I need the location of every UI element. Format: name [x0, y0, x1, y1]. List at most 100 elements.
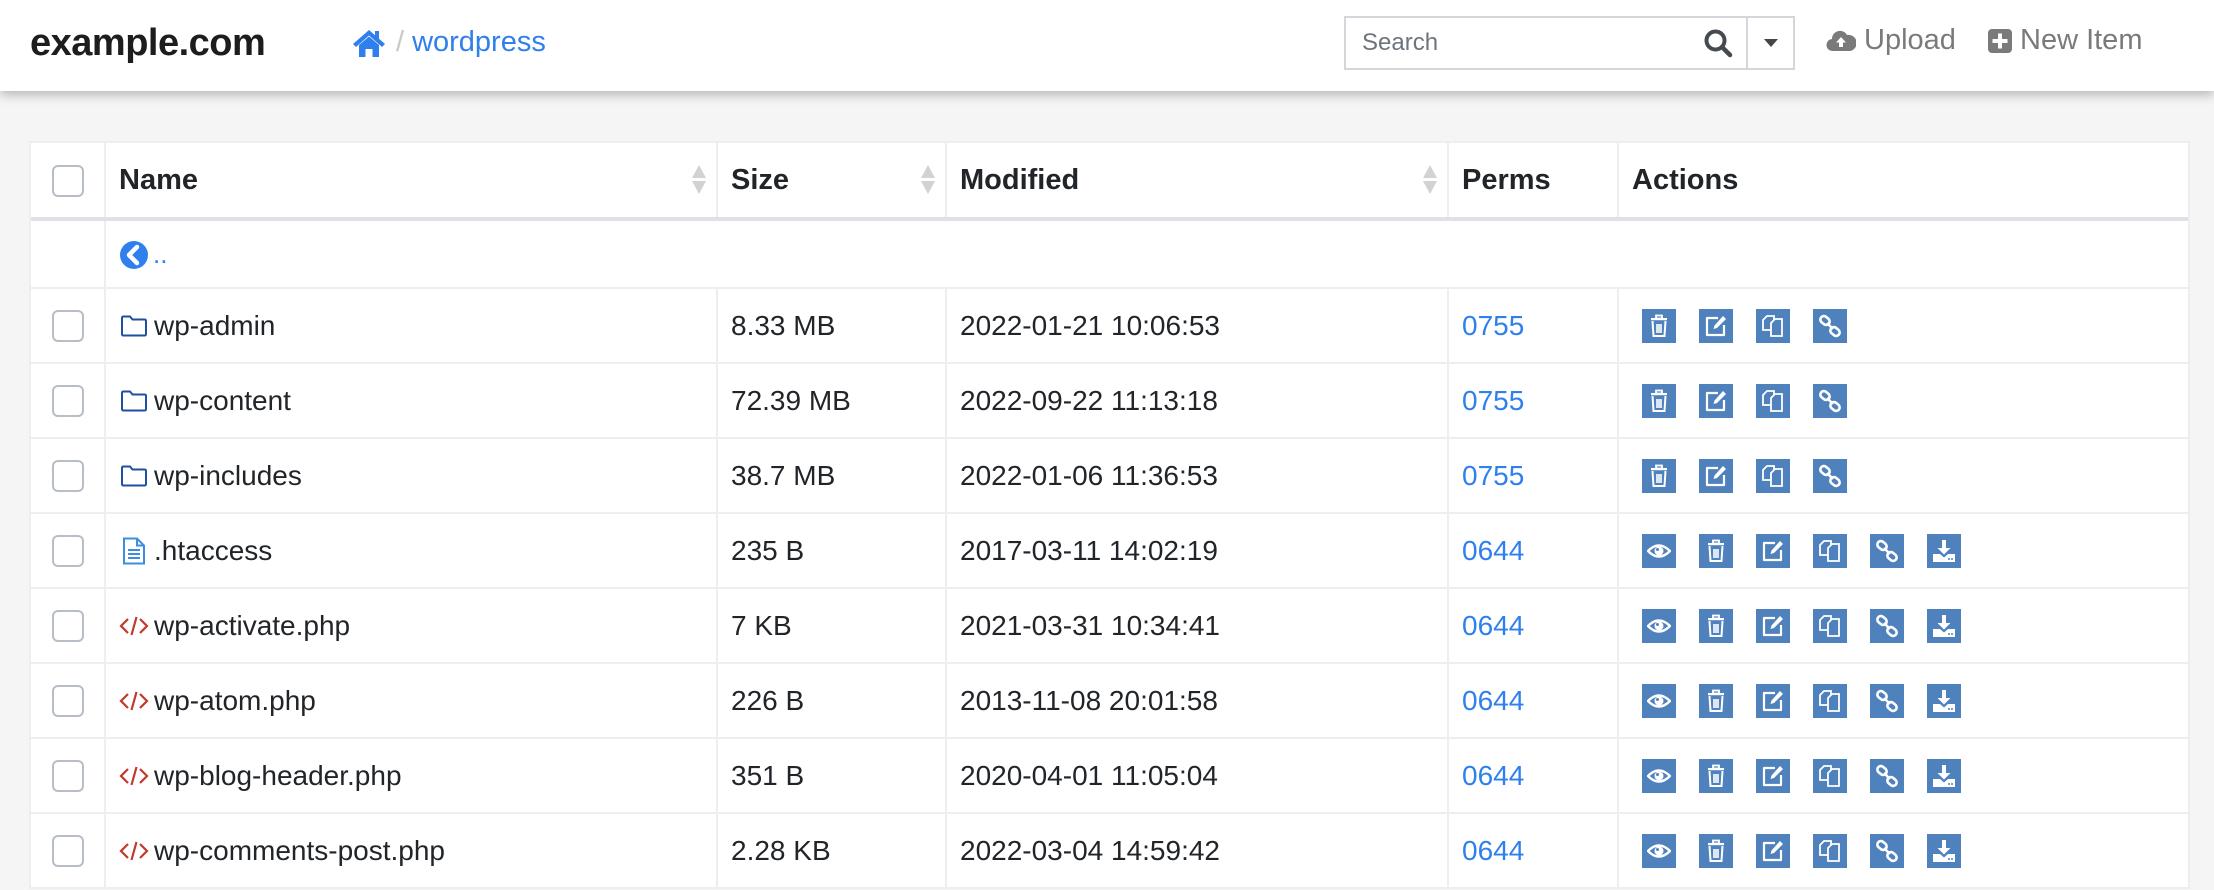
- search-icon[interactable]: [1703, 28, 1733, 58]
- modified-cell: 2022-03-04 14:59:42: [946, 813, 1449, 889]
- file-row: wp-includes 38.7 MB 2022-01-06 11:36:53 075…: [31, 438, 2188, 514]
- download-button[interactable]: [1927, 683, 1961, 718]
- copy-button[interactable]: [1813, 758, 1847, 793]
- row-checkbox[interactable]: [51, 535, 84, 568]
- row-select-cell: [31, 663, 106, 739]
- row-checkbox[interactable]: [51, 310, 84, 343]
- row-checkbox[interactable]: [51, 460, 84, 493]
- view-button[interactable]: [1642, 758, 1676, 793]
- permissions-link[interactable]: 0755: [1462, 460, 1524, 491]
- rename-button[interactable]: [1756, 608, 1790, 643]
- permissions-link[interactable]: 0644: [1462, 535, 1524, 566]
- link-button[interactable]: [1813, 383, 1847, 418]
- delete-button[interactable]: [1699, 758, 1733, 793]
- link-icon: [1818, 314, 1842, 338]
- file-name-link[interactable]: wp-activate.php: [154, 610, 350, 642]
- column-header-size[interactable]: Size: [717, 143, 947, 221]
- download-button[interactable]: [1927, 533, 1961, 568]
- permissions-link[interactable]: 0755: [1462, 310, 1524, 341]
- link-button[interactable]: [1870, 833, 1904, 868]
- actions-cell: [1618, 513, 2188, 589]
- size-cell: 7 KB: [717, 588, 947, 664]
- search-input[interactable]: [1346, 18, 1706, 68]
- file-name-link[interactable]: wp-comments-post.php: [154, 835, 445, 867]
- copy-button[interactable]: [1813, 608, 1847, 643]
- file-name-link[interactable]: wp-blog-header.php: [154, 760, 402, 792]
- download-button[interactable]: [1927, 608, 1961, 643]
- link-button[interactable]: [1870, 533, 1904, 568]
- copy-button[interactable]: [1756, 383, 1790, 418]
- delete-button[interactable]: [1642, 308, 1676, 343]
- site-brand[interactable]: example.com: [30, 22, 266, 65]
- view-button[interactable]: [1642, 608, 1676, 643]
- delete-button[interactable]: [1699, 833, 1733, 868]
- link-button[interactable]: [1813, 308, 1847, 343]
- copy-button[interactable]: [1756, 308, 1790, 343]
- delete-button[interactable]: [1699, 608, 1733, 643]
- view-button[interactable]: [1642, 833, 1676, 868]
- column-header-modified[interactable]: Modified: [946, 143, 1449, 221]
- link-button[interactable]: [1870, 608, 1904, 643]
- link-button[interactable]: [1870, 683, 1904, 718]
- new-item-button[interactable]: New Item: [1988, 24, 2142, 57]
- delete-button[interactable]: [1642, 458, 1676, 493]
- permissions-link[interactable]: 0644: [1462, 760, 1524, 791]
- copy-button[interactable]: [1756, 458, 1790, 493]
- home-icon[interactable]: [352, 28, 386, 58]
- breadcrumb-current[interactable]: wordpress: [412, 26, 546, 59]
- view-button[interactable]: [1642, 533, 1676, 568]
- link-button[interactable]: [1813, 458, 1847, 493]
- sort-icon[interactable]: [1423, 165, 1437, 195]
- name-cell: wp-blog-header.php: [105, 738, 718, 814]
- name-cell: .htaccess: [105, 513, 718, 589]
- sort-icon[interactable]: [921, 165, 935, 195]
- row-select-cell: [31, 363, 106, 439]
- file-name-link[interactable]: wp-atom.php: [154, 685, 316, 717]
- rename-button[interactable]: [1699, 308, 1733, 343]
- row-checkbox[interactable]: [51, 685, 84, 718]
- rename-button[interactable]: [1756, 533, 1790, 568]
- view-button[interactable]: [1642, 683, 1676, 718]
- download-button[interactable]: [1927, 833, 1961, 868]
- new-item-label: New Item: [2020, 24, 2143, 56]
- row-checkbox[interactable]: [51, 610, 84, 643]
- link-button[interactable]: [1870, 758, 1904, 793]
- copy-button[interactable]: [1813, 533, 1847, 568]
- file-row: .htaccess 235 B 2017-03-11 14:02:19 0644: [31, 513, 2188, 589]
- copy-button[interactable]: [1813, 683, 1847, 718]
- file-name-link[interactable]: .htaccess: [154, 535, 272, 567]
- copy-icon: [1818, 539, 1842, 563]
- row-select-cell: [31, 513, 106, 589]
- delete-button[interactable]: [1699, 683, 1733, 718]
- eye-icon: [1647, 764, 1671, 788]
- file-name-link[interactable]: wp-includes: [154, 460, 302, 492]
- rename-button[interactable]: [1756, 683, 1790, 718]
- select-all-checkbox[interactable]: [51, 164, 84, 197]
- download-button[interactable]: [1927, 758, 1961, 793]
- rename-button[interactable]: [1699, 383, 1733, 418]
- permissions-link[interactable]: 0644: [1462, 610, 1524, 641]
- rename-button[interactable]: [1756, 758, 1790, 793]
- file-name-link[interactable]: wp-content: [154, 385, 291, 417]
- permissions-link[interactable]: 0644: [1462, 685, 1524, 716]
- row-checkbox[interactable]: [51, 385, 84, 418]
- search-options-dropdown[interactable]: [1748, 18, 1793, 68]
- upload-button[interactable]: Upload: [1826, 24, 1956, 57]
- parent-directory-link[interactable]: ..: [119, 239, 2188, 270]
- delete-button[interactable]: [1699, 533, 1733, 568]
- name-cell: wp-admin: [105, 288, 718, 364]
- sort-icon[interactable]: [692, 165, 706, 195]
- rename-button[interactable]: [1699, 458, 1733, 493]
- copy-button[interactable]: [1813, 833, 1847, 868]
- row-checkbox[interactable]: [51, 835, 84, 868]
- trash-icon: [1704, 689, 1728, 713]
- file-code-icon: [119, 762, 149, 790]
- delete-button[interactable]: [1642, 383, 1676, 418]
- permissions-link[interactable]: 0644: [1462, 835, 1524, 866]
- edit-icon: [1704, 464, 1728, 488]
- rename-button[interactable]: [1756, 833, 1790, 868]
- column-header-name[interactable]: Name: [105, 143, 718, 221]
- permissions-link[interactable]: 0755: [1462, 385, 1524, 416]
- file-name-link[interactable]: wp-admin: [154, 310, 275, 342]
- row-checkbox[interactable]: [51, 760, 84, 793]
